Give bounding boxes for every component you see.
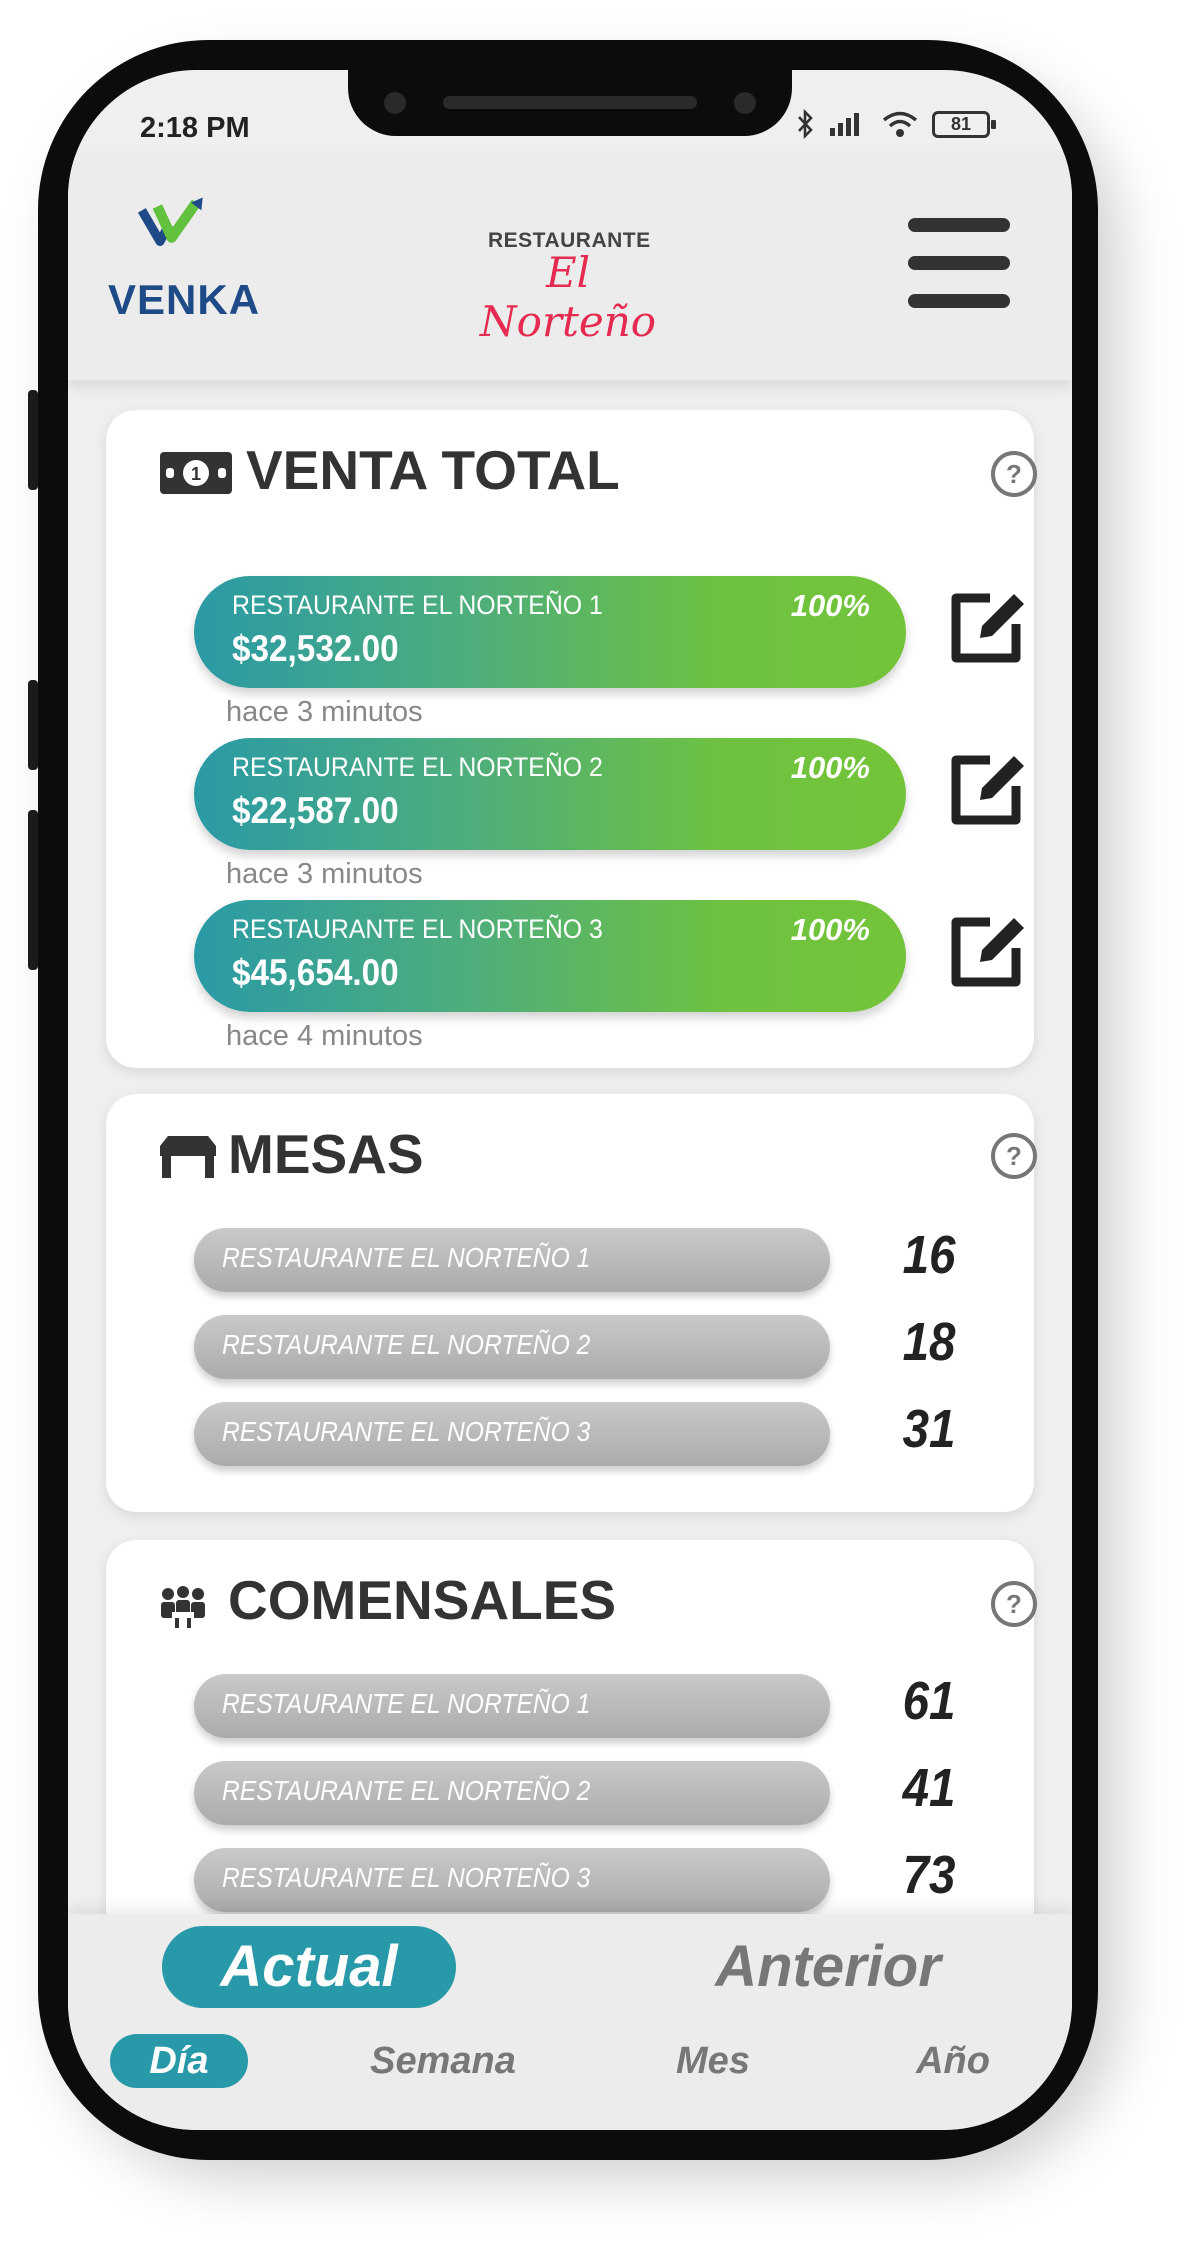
comensales-count: 61 [902, 1671, 956, 1731]
sale-item-amount: $45,654.00 [232, 952, 399, 993]
svg-text:?: ? [1006, 459, 1022, 489]
period-ano[interactable]: Año [898, 2034, 1008, 2088]
period-mes[interactable]: Mes [658, 2034, 768, 2088]
tab-anterior[interactable]: Anterior [688, 1926, 968, 2008]
wifi-icon [882, 111, 918, 137]
sale-item-name: RESTAURANTE EL NORTEÑO 3 [232, 914, 603, 944]
comensales-card: COMENSALES ? RESTAURANTE EL NORTEÑO 1 61… [106, 1540, 1037, 1960]
hamburger-menu-icon[interactable] [908, 218, 1014, 310]
mesas-item[interactable]: RESTAURANTE EL NORTEÑO 3 [194, 1402, 830, 1466]
sale-item-time: hace 3 minutos [226, 696, 423, 728]
help-icon[interactable]: ? [990, 1580, 1038, 1628]
comensales-item[interactable]: RESTAURANTE EL NORTEÑO 1 [194, 1674, 830, 1738]
status-icons: 81 [796, 108, 996, 140]
svg-text:1: 1 [191, 464, 201, 484]
edit-icon[interactable] [946, 586, 1030, 666]
mesas-item-name: RESTAURANTE EL NORTEÑO 3 [222, 1416, 591, 1447]
sale-item-name: RESTAURANTE EL NORTEÑO 2 [232, 752, 603, 782]
help-icon[interactable]: ? [990, 1132, 1038, 1180]
money-icon: 1 [160, 452, 232, 494]
brand-name: VENKA [108, 276, 261, 323]
comensales-count: 41 [902, 1758, 956, 1818]
sale-item-time: hace 4 minutos [226, 1020, 423, 1052]
sale-item[interactable]: RESTAURANTE EL NORTEÑO 1 $32,532.00 100% [194, 576, 906, 688]
mesas-count: 16 [902, 1225, 956, 1285]
mesas-title: MESAS [228, 1123, 424, 1185]
sale-item[interactable]: RESTAURANTE EL NORTEÑO 3 $45,654.00 100% [194, 900, 906, 1012]
period-semana[interactable]: Semana [358, 2034, 528, 2088]
table-icon [160, 1136, 216, 1178]
svg-text:?: ? [1006, 1589, 1022, 1619]
comensales-item[interactable]: RESTAURANTE EL NORTEÑO 3 [194, 1848, 830, 1912]
comensales-item-name: RESTAURANTE EL NORTEÑO 3 [222, 1862, 591, 1893]
mesas-count: 18 [902, 1312, 956, 1372]
edit-icon[interactable] [946, 910, 1030, 990]
sale-item-amount: $32,532.00 [232, 628, 399, 669]
mesas-count: 31 [902, 1399, 956, 1459]
help-icon[interactable]: ? [990, 450, 1038, 498]
sale-item-percent: 100% [790, 750, 870, 785]
signal-icon [830, 113, 859, 136]
edit-icon[interactable] [946, 748, 1030, 828]
period-dia[interactable]: Día [110, 2034, 248, 2088]
mesas-item[interactable]: RESTAURANTE EL NORTEÑO 1 [194, 1228, 830, 1292]
comensales-count: 73 [902, 1845, 956, 1905]
restaurant-logo-text: El Norteño [479, 248, 657, 346]
sale-item-time: hace 3 minutos [226, 858, 423, 890]
mesas-item[interactable]: RESTAURANTE EL NORTEÑO 2 [194, 1315, 830, 1379]
battery-icon: 81 [932, 110, 996, 138]
notch [348, 70, 792, 136]
svg-text:?: ? [1006, 1141, 1022, 1171]
people-icon [161, 1586, 205, 1628]
sale-item[interactable]: RESTAURANTE EL NORTEÑO 2 $22,587.00 100% [194, 738, 906, 850]
comensales-item-name: RESTAURANTE EL NORTEÑO 2 [222, 1775, 591, 1806]
comensales-title: COMENSALES [228, 1569, 617, 1631]
phone-screen: 2:18 PM 81 VENKA RESTAURANTE El Norteño … [68, 70, 1072, 2130]
venta-total-title: VENTA TOTAL [246, 439, 620, 501]
venka-logo-icon[interactable] [138, 195, 248, 275]
comensales-item[interactable]: RESTAURANTE EL NORTEÑO 2 [194, 1761, 830, 1825]
power-button [28, 810, 38, 970]
comensales-item-name: RESTAURANTE EL NORTEÑO 1 [222, 1688, 591, 1719]
bluetooth-icon [798, 108, 813, 140]
volume-up-button [28, 390, 38, 490]
sale-item-percent: 100% [790, 588, 870, 623]
mesas-card: MESAS ? RESTAURANTE EL NORTEÑO 1 16 REST… [106, 1094, 1037, 1512]
status-time: 2:18 PM [140, 112, 250, 144]
tab-actual[interactable]: Actual [162, 1926, 456, 2008]
volume-down-button [28, 680, 38, 770]
mesas-item-name: RESTAURANTE EL NORTEÑO 2 [222, 1329, 591, 1360]
venta-total-card: 1 VENTA TOTAL ? RESTAURANTE EL NORTEÑO 1… [106, 410, 1037, 1068]
mesas-item-name: RESTAURANTE EL NORTEÑO 1 [222, 1242, 591, 1273]
sale-item-name: RESTAURANTE EL NORTEÑO 1 [232, 590, 603, 620]
sale-item-amount: $22,587.00 [232, 790, 399, 831]
sale-item-percent: 100% [790, 912, 870, 947]
